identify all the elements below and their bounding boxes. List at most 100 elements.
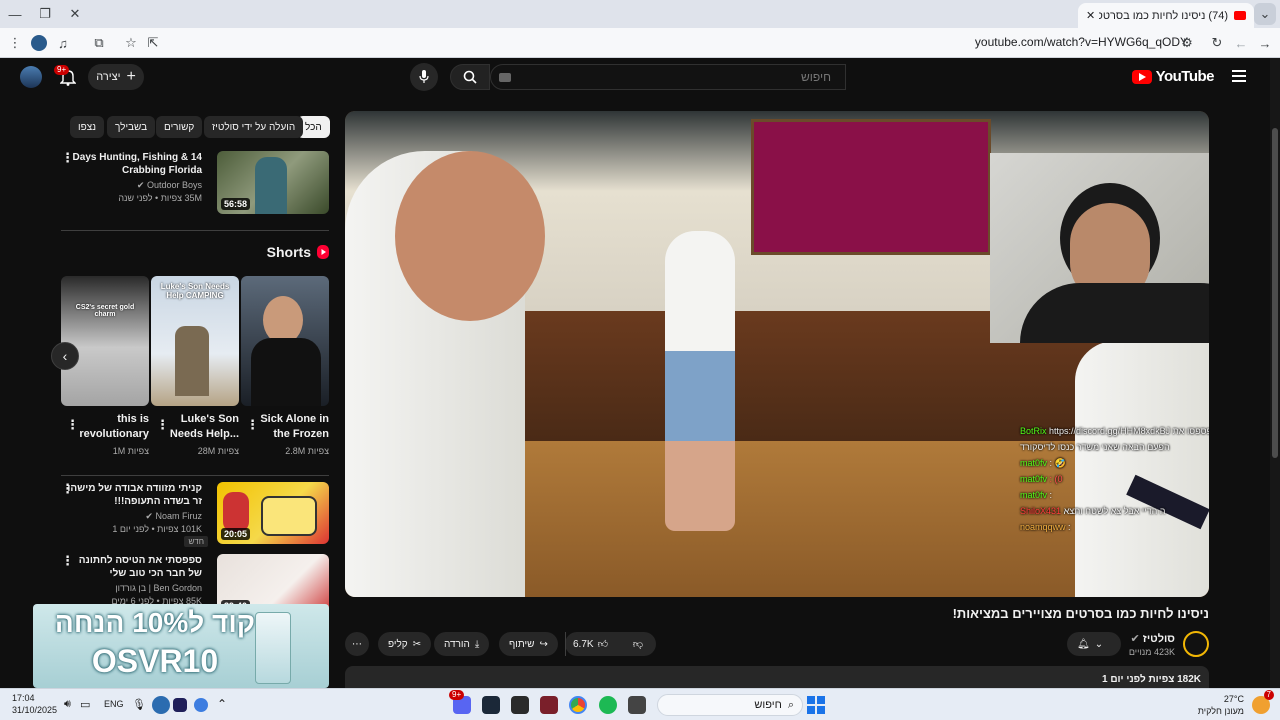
more-actions-icon[interactable]: ⋮	[61, 482, 74, 496]
sponsor-ad-overlay[interactable]: קוד ל10% הנחה OSVR10	[33, 604, 329, 688]
short-thumbnail[interactable]	[241, 276, 329, 406]
short-thumbnail[interactable]: CS2's secret gold charm	[61, 276, 149, 406]
tab-close-icon[interactable]: ✕	[1086, 9, 1095, 22]
download-button[interactable]: הורדה ⤓	[434, 632, 490, 656]
channel-avatar[interactable]	[1183, 631, 1209, 657]
more-actions-icon[interactable]: ⋮	[66, 418, 79, 432]
weather-desc: מעונן חלקית	[1197, 706, 1244, 716]
speaker-icon[interactable]: 🔊︎	[64, 698, 71, 711]
weather-widget[interactable]: 27°C מעונן חלקית	[1198, 693, 1244, 717]
youtube-logo[interactable]: YouTube	[1131, 68, 1215, 85]
hamburger-menu-icon[interactable]	[1232, 70, 1246, 82]
more-actions-icon[interactable]: ⋮	[61, 151, 74, 165]
create-button[interactable]: יצירה +	[88, 64, 144, 90]
network-tray-icon[interactable]	[152, 696, 170, 714]
chip-for-you[interactable]: בשבילך	[107, 116, 156, 138]
more-actions-icon[interactable]: ⋮	[246, 418, 259, 432]
video-title[interactable]: 14 Days Hunting, Fishing & Crabbing Flor…	[72, 151, 202, 177]
keyboard-icon[interactable]	[499, 73, 511, 82]
bell-icon: 🔔︎	[1077, 638, 1090, 650]
browser-tab[interactable]: (74) ניסינו לחיות כמו בסרטס ✕	[1078, 3, 1254, 28]
video-thumbnail[interactable]: 56:58	[217, 151, 329, 214]
short-title[interactable]: Luke's Son Needs Help...	[159, 412, 239, 442]
extensions-icon[interactable]: ⧉	[88, 32, 110, 54]
address-bar: ⋮ ♫ ⧉ ☆ ⇱ youtube.com/watch?v=HYWG6q_qOD…	[0, 28, 1280, 58]
bookmark-star-icon[interactable]: ☆	[120, 32, 142, 54]
site-settings-icon[interactable]: ⚙	[1176, 32, 1198, 54]
chip-related[interactable]: קשורים	[156, 116, 203, 138]
short-title[interactable]: Sick Alone in the Frozen	[249, 412, 329, 442]
video-thumbnail[interactable]: 20:05	[217, 482, 329, 544]
more-actions-button[interactable]: ⋯	[345, 632, 369, 656]
maximize-icon[interactable]: ❐	[34, 3, 56, 25]
close-window-icon[interactable]: ✕	[64, 3, 86, 25]
more-actions-icon[interactable]: ⋮	[156, 418, 169, 432]
app-icon[interactable]	[540, 696, 558, 714]
divider	[61, 475, 329, 476]
video-title[interactable]: קניתי מזוודה אבודה של מישהו זר בשדה התעו…	[64, 482, 202, 508]
account-avatar[interactable]	[20, 66, 42, 88]
display-icon[interactable]: ▭	[80, 698, 90, 711]
dislike-button[interactable]: 👎︎	[620, 632, 656, 656]
search-button[interactable]	[450, 64, 490, 90]
reload-icon[interactable]: ↻	[1206, 32, 1228, 54]
windows-start-icon[interactable]	[807, 696, 825, 714]
notifications-button[interactable]: 9+	[54, 65, 76, 86]
open-in-app-icon[interactable]: ⇱	[142, 32, 164, 54]
channel-name[interactable]: Outdoor Boys ✔	[72, 179, 202, 191]
search-icon: ⌕	[787, 698, 794, 711]
channel-name[interactable]: Ben Gordon | בן גורדון	[64, 582, 202, 594]
weather-icon[interactable]: 7	[1252, 690, 1274, 714]
shorts-prev-button[interactable]: ‹	[51, 342, 79, 370]
forward-icon[interactable]: ←	[1230, 32, 1252, 54]
clip-button[interactable]: קליפ ✂	[378, 632, 432, 656]
discord-icon[interactable]: 9+	[449, 690, 471, 714]
microphone-tray-icon[interactable]: 🎙︎	[132, 698, 146, 711]
sync-tray-icon[interactable]	[194, 698, 208, 712]
page-scrollbar[interactable]	[1270, 58, 1280, 688]
channel-name-main[interactable]: סולטיז ✔	[1131, 632, 1175, 645]
scrollbar-thumb[interactable]	[1272, 128, 1278, 458]
description-box[interactable]: 182K צפיות לפני יום 1	[345, 666, 1209, 688]
chrome-icon[interactable]	[569, 696, 587, 714]
shorts-heading: Shorts	[267, 244, 329, 260]
clock-date: 31/10/2025	[12, 705, 58, 715]
profile-icon[interactable]	[28, 32, 50, 54]
spotify-icon[interactable]	[599, 696, 617, 714]
search-box[interactable]	[490, 64, 846, 90]
back-icon[interactable]: →	[1254, 32, 1276, 54]
subscribed-button[interactable]: 🔔︎ ⌄	[1067, 632, 1121, 656]
youtube-play-icon	[1131, 69, 1152, 84]
video-title[interactable]: ספפסתי את הטיסה לחתונה של חבר הכי טוב של…	[64, 554, 202, 580]
chip-watched[interactable]: נצפו	[70, 116, 105, 138]
minimize-icon[interactable]: —	[4, 3, 26, 25]
taskbar-search[interactable]: חיפוש ⌕	[657, 694, 803, 716]
chevron-up-icon[interactable]: ⌃	[217, 697, 227, 711]
short-thumbnail[interactable]: Luke's Son Needs Help CAMPING	[151, 276, 239, 406]
channel-name[interactable]: Noam Firuz ✔	[64, 510, 202, 522]
menu-kebab-icon[interactable]: ⋮	[4, 32, 26, 54]
chip-uploaded-by[interactable]: הועלה על ידי סולטיז	[204, 116, 304, 138]
media-control-icon[interactable]: ♫	[52, 32, 74, 54]
channel-name-text: סולטיז	[1142, 633, 1175, 645]
like-button[interactable]: 6.7K 👍︎	[565, 632, 615, 656]
file-explorer-icon[interactable]	[628, 696, 646, 714]
input-language[interactable]: ENG	[104, 699, 124, 709]
verified-icon: ✔	[145, 511, 153, 521]
clip-label: קליפ	[388, 638, 408, 650]
youtube-favicon-icon	[1234, 11, 1246, 20]
thumbs-up-icon: 👍︎	[597, 639, 609, 650]
steam-icon[interactable]	[482, 696, 500, 714]
tab-search-icon[interactable]: ⌄	[1254, 3, 1276, 25]
video-player[interactable]: BotRix https://discord.gg/HHM8xdkBJ ל שת…	[345, 111, 1209, 597]
share-button[interactable]: שיתוף ↪	[499, 632, 558, 656]
more-actions-icon[interactable]: ⋮	[61, 554, 74, 568]
notepad-tray-icon[interactable]	[173, 698, 187, 712]
clock[interactable]: 17:04 31/10/2025	[12, 692, 57, 716]
gamepad-app-icon[interactable]	[511, 696, 529, 714]
chat-user: noamqqww	[1020, 522, 1066, 532]
short-title[interactable]: this is revolutionary	[69, 412, 149, 442]
url-text[interactable]: youtube.com/watch?v=HYWG6q_qODY	[975, 35, 1188, 49]
search-input[interactable]	[491, 65, 845, 89]
voice-search-button[interactable]	[410, 63, 438, 91]
